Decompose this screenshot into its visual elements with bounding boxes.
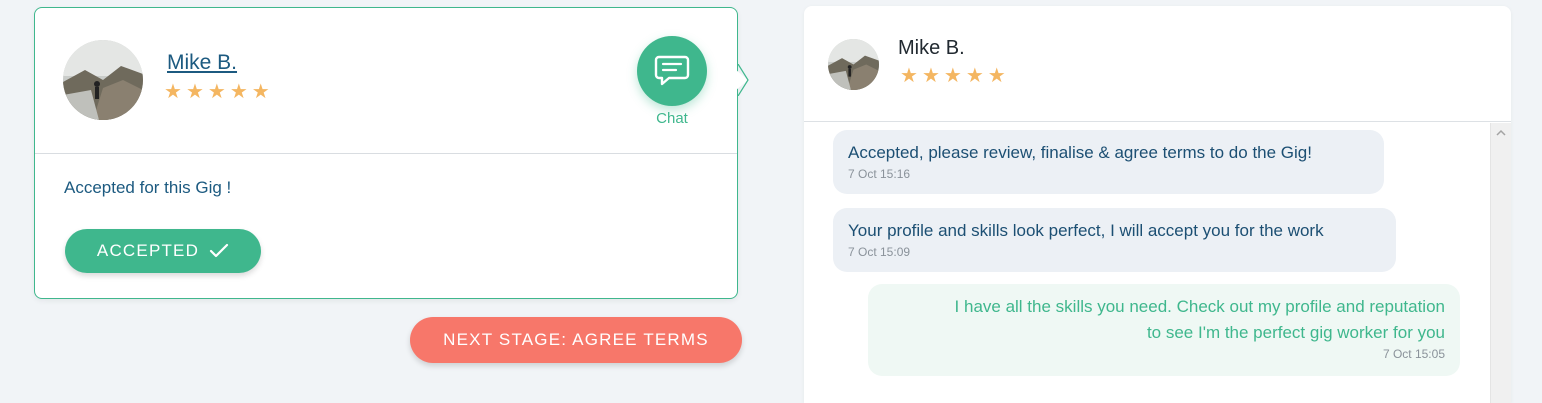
scroll-up-icon (1496, 129, 1506, 136)
message-time: 7 Oct 15:05 (1382, 347, 1445, 361)
card-divider (35, 153, 737, 154)
star-icon: ★ (164, 81, 182, 103)
message-text: Accepted, please review, finalise & agre… (848, 143, 1312, 162)
chat-panel: Mike B. ★ ★ ★ ★ ★ Accepted, please revie… (804, 6, 1511, 403)
chat-label[interactable]: Chat (637, 110, 707, 127)
message-list[interactable]: Accepted, please review, finalise & agre… (804, 123, 1492, 403)
star-icon: ★ (987, 65, 1006, 87)
status-text: Accepted for this Gig ! (64, 178, 232, 197)
star-icon: ★ (965, 65, 984, 87)
rating-stars: ★ ★ ★ ★ ★ (164, 82, 270, 102)
message-text-line: to see I'm the perfect gig worker for yo… (1146, 323, 1445, 342)
applicant-card: Mike B. ★ ★ ★ ★ ★ Chat Accepted for this… (34, 7, 738, 299)
chat-rating-stars: ★ ★ ★ ★ ★ (900, 66, 1006, 86)
card-pointer (729, 64, 749, 96)
message-scrollbar[interactable] (1490, 123, 1511, 403)
star-icon: ★ (900, 65, 918, 87)
star-icon: ★ (185, 81, 204, 103)
message-outgoing: I have all the skills you need. Check ou… (868, 284, 1460, 376)
check-icon (209, 243, 229, 258)
avatar[interactable] (63, 40, 143, 120)
star-icon: ★ (251, 81, 270, 103)
page: Mike B. ★ ★ ★ ★ ★ Chat Accepted for this… (0, 0, 1542, 403)
message-time: 7 Oct 15:16 (848, 167, 911, 181)
accepted-button-label: ACCEPTED (96, 241, 200, 260)
star-icon: ★ (921, 65, 940, 87)
worker-name-link[interactable]: Mike B. (167, 51, 237, 75)
star-icon: ★ (229, 81, 248, 103)
message-time: 7 Oct 15:09 (848, 245, 911, 259)
message-text-line: I have all the skills you need. Check ou… (954, 297, 1445, 316)
message-text: Your profile and skills look perfect, I … (848, 221, 1324, 240)
message-incoming: Your profile and skills look perfect, I … (833, 208, 1396, 272)
chat-button[interactable] (637, 36, 707, 106)
chat-contact-name: Mike B. (898, 37, 965, 59)
star-icon: ★ (207, 81, 226, 103)
accepted-button[interactable]: ACCEPTED (65, 229, 261, 273)
card-header: Mike B. ★ ★ ★ ★ ★ Chat (35, 8, 737, 153)
chat-avatar[interactable] (828, 39, 879, 90)
scroll-up-button[interactable] (1491, 123, 1511, 141)
chat-bubble-icon (654, 55, 690, 86)
chat-header: Mike B. ★ ★ ★ ★ ★ (804, 6, 1511, 122)
message-incoming: Accepted, please review, finalise & agre… (833, 130, 1384, 194)
star-icon: ★ (943, 65, 962, 87)
next-stage-button[interactable]: NEXT STAGE: AGREE TERMS (410, 317, 742, 363)
